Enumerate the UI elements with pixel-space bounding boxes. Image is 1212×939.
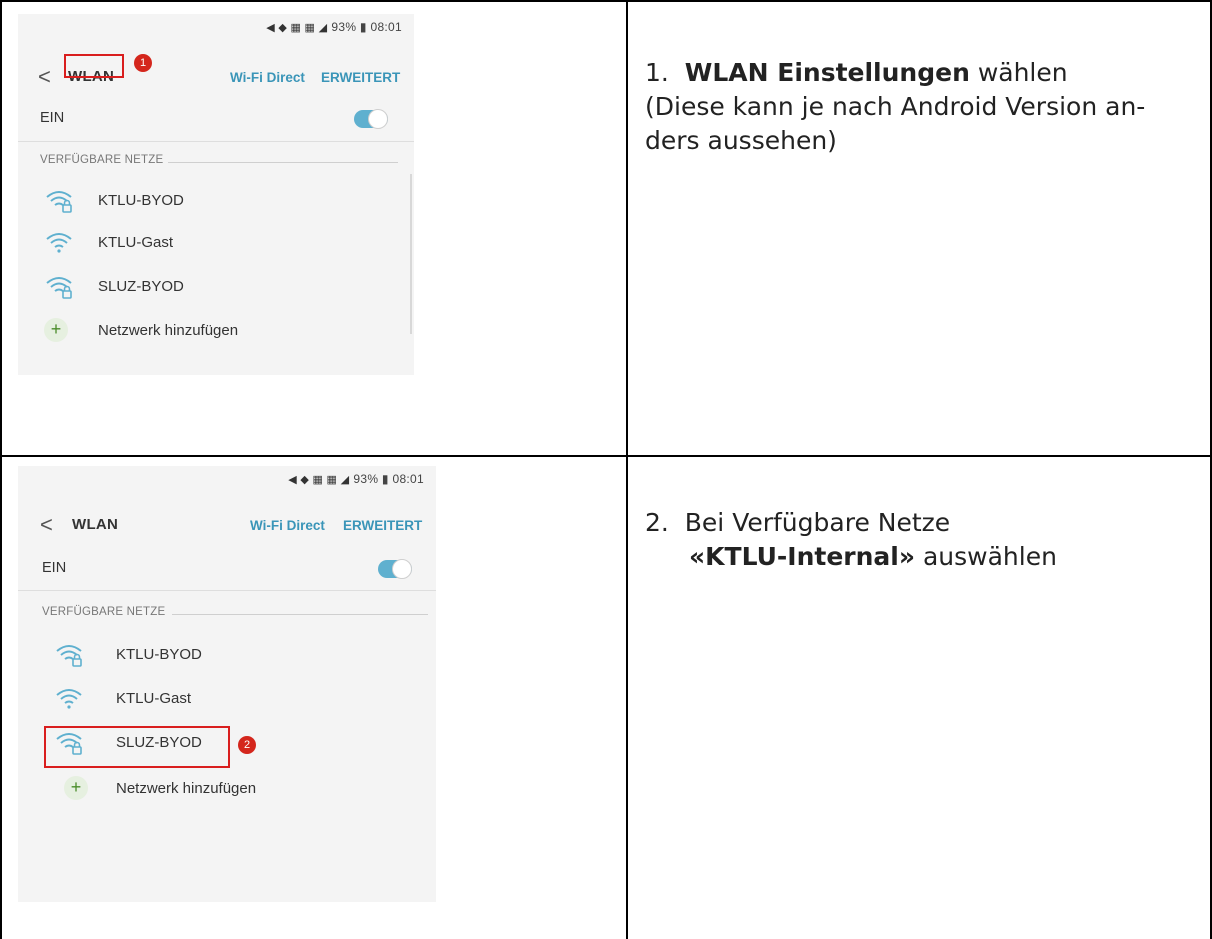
- step-2-text: 2. Bei Verfügbare Netze «KTLU-Internal» …: [645, 506, 1057, 574]
- step-2-rest: auswählen: [915, 542, 1057, 571]
- wifi-on-label: EIN: [42, 560, 67, 576]
- phone-screenshot-2: ◀ ◆ ▦ ▦ ◢ 93% ▮ 08:01 < WLAN Wi-Fi Direc…: [18, 466, 436, 902]
- step-2-line-1: 2. Bei Verfügbare Netze: [645, 506, 1057, 540]
- section-line: [172, 614, 428, 615]
- network-name: SLUZ-BYOD: [98, 278, 184, 295]
- highlight-box-wlan: [64, 54, 124, 78]
- step-2-line-2: «KTLU-Internal» auswählen: [645, 540, 1057, 574]
- step-2-line-1-text: Bei Verfügbare Netze: [684, 508, 951, 537]
- advanced-button[interactable]: ERWEITERT: [343, 518, 422, 533]
- step-1-line-2: (Diese kann je nach Android Version an-: [645, 92, 1146, 121]
- step-1-text: 1. WLAN Einstellungen wählen (Diese kann…: [645, 56, 1145, 158]
- network-name: KTLU-Gast: [98, 234, 174, 251]
- table-border-left: [0, 0, 2, 939]
- status-text: 93% ▮ 08:01: [331, 20, 402, 34]
- wifi-toggle[interactable]: [354, 109, 388, 129]
- network-item[interactable]: KTLU-BYOD: [18, 186, 414, 216]
- network-item[interactable]: KTLU-Gast: [18, 228, 414, 258]
- advanced-button[interactable]: ERWEITERT: [321, 70, 400, 85]
- status-text: 93% ▮ 08:01: [353, 472, 424, 486]
- phone-screenshot-1: ◀ ◆ ▦ ▦ ◢ 93% ▮ 08:01 < WLAN Wi-Fi Direc…: [18, 14, 414, 375]
- network-name: KTLU-BYOD: [116, 646, 202, 663]
- wifi-direct-button[interactable]: Wi-Fi Direct: [230, 70, 305, 85]
- network-item[interactable]: KTLU-Gast: [18, 684, 436, 714]
- app-header: < WLAN Wi-Fi Direct ERWEITERT: [18, 510, 436, 542]
- status-bar: ◀ ◆ ▦ ▦ ◢ 93% ▮ 08:01: [266, 20, 402, 34]
- add-network-label: Netzwerk hinzufügen: [98, 322, 239, 339]
- wifi-locked-icon: [56, 645, 82, 667]
- highlight-box-network: [44, 726, 230, 768]
- step-1-line-3: ders aussehen): [645, 126, 837, 155]
- network-item[interactable]: KTLU-BYOD: [18, 640, 436, 670]
- status-bar: ◀ ◆ ▦ ▦ ◢ 93% ▮ 08:01: [288, 472, 424, 486]
- back-icon[interactable]: <: [40, 510, 53, 540]
- table-column-divider: [626, 0, 628, 939]
- divider: [18, 590, 436, 591]
- step-1-rest: wählen: [969, 58, 1068, 87]
- step-badge-2: 2: [238, 736, 256, 754]
- table-border-top: [0, 0, 1212, 2]
- page-title: WLAN: [72, 516, 119, 533]
- back-icon[interactable]: <: [38, 62, 51, 92]
- wifi-toggle-row[interactable]: EIN: [18, 550, 436, 582]
- wifi-toggle-row[interactable]: EIN: [18, 100, 414, 132]
- section-line: [168, 162, 398, 163]
- wifi-icon: [46, 233, 72, 253]
- network-name: KTLU-BYOD: [98, 192, 184, 209]
- toggle-knob: [368, 109, 388, 129]
- wifi-icon: [56, 689, 82, 709]
- plus-icon: +: [64, 776, 88, 800]
- add-network-item[interactable]: + Netzwerk hinzufügen: [18, 774, 436, 804]
- divider: [18, 141, 414, 142]
- network-name: KTLU-Gast: [116, 690, 192, 707]
- step-1-bold: WLAN Einstellungen: [684, 58, 970, 87]
- step-1-line-1: 1. WLAN Einstellungen wählen: [645, 56, 1145, 90]
- status-icons: ◀ ◆ ▦ ▦ ◢: [266, 21, 328, 34]
- section-available-networks: VERFÜGBARE NETZE: [40, 154, 164, 166]
- wifi-locked-icon: [46, 277, 72, 299]
- wifi-toggle[interactable]: [378, 559, 412, 579]
- toggle-knob: [392, 559, 412, 579]
- wifi-direct-button[interactable]: Wi-Fi Direct: [250, 518, 325, 533]
- network-item[interactable]: SLUZ-BYOD: [18, 272, 414, 302]
- add-network-label: Netzwerk hinzufügen: [116, 780, 257, 797]
- step-2-number: 2.: [645, 508, 669, 537]
- step-2-bold: «KTLU-Internal»: [689, 542, 916, 571]
- step-badge-1: 1: [134, 54, 152, 72]
- wifi-locked-icon: [46, 191, 72, 213]
- status-icons: ◀ ◆ ▦ ▦ ◢: [288, 473, 350, 486]
- table-row-divider: [0, 455, 1212, 457]
- step-1-number: 1.: [645, 58, 669, 87]
- section-available-networks: VERFÜGBARE NETZE: [42, 606, 166, 618]
- plus-icon: +: [44, 318, 68, 342]
- wifi-on-label: EIN: [40, 110, 65, 126]
- add-network-item[interactable]: + Netzwerk hinzufügen: [18, 316, 414, 346]
